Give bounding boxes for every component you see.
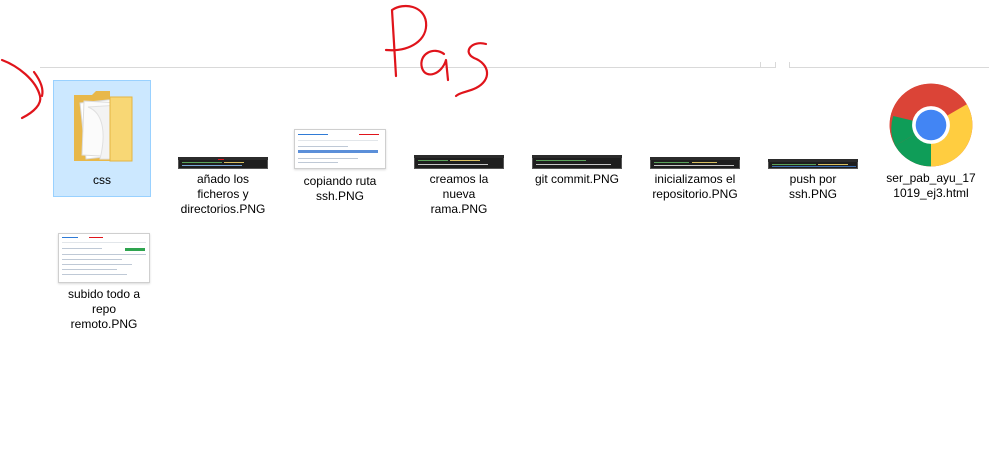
file-item-css-folder[interactable]: css bbox=[53, 80, 151, 197]
file-item-png[interactable]: inicializamos el repositorio.PNG bbox=[647, 81, 743, 202]
red-letter-p bbox=[384, 4, 428, 78]
file-name: ser_pab_ayu_171019_ej3.html bbox=[886, 171, 976, 200]
group-header-line-left-tick bbox=[760, 62, 761, 68]
image-thumbnail-terminal-icon bbox=[765, 81, 861, 170]
image-thumbnail-terminal-icon bbox=[175, 81, 271, 170]
file-item-png[interactable]: push por ssh.PNG bbox=[765, 81, 861, 202]
file-item-png[interactable]: copiando ruta ssh.PNG bbox=[292, 81, 388, 204]
red-letter-a bbox=[420, 49, 450, 82]
file-name: creamos la nueva rama.PNG bbox=[429, 172, 489, 216]
image-thumbnail-terminal-icon bbox=[411, 81, 507, 170]
file-name: añado los ficheros y directorios.PNG bbox=[180, 172, 266, 216]
file-item-html[interactable]: ser_pab_ayu_171019_ej3.html bbox=[883, 81, 979, 201]
image-thumbnail-browser-icon bbox=[292, 81, 388, 172]
group-header-line-left-end bbox=[775, 62, 776, 68]
folder-icon bbox=[54, 81, 150, 171]
group-header-line-right bbox=[789, 67, 989, 68]
group-header-line-left bbox=[40, 67, 775, 68]
file-name: copiando ruta ssh.PNG bbox=[303, 174, 377, 203]
file-item-png[interactable]: creamos la nueva rama.PNG bbox=[411, 81, 507, 217]
file-name: push por ssh.PNG bbox=[788, 172, 837, 201]
chrome-icon bbox=[883, 81, 979, 169]
file-name: inicializamos el repositorio.PNG bbox=[652, 172, 738, 201]
image-thumbnail-terminal-icon bbox=[529, 81, 625, 170]
file-name: git commit.PNG bbox=[534, 172, 619, 186]
file-name: subido todo a repo remoto.PNG bbox=[67, 287, 141, 331]
file-item-png[interactable]: subido todo a repo remoto.PNG bbox=[56, 195, 152, 332]
file-name: css bbox=[93, 173, 111, 187]
file-item-png[interactable]: git commit.PNG bbox=[529, 81, 625, 187]
image-thumbnail-browser-icon bbox=[56, 195, 152, 285]
group-header-line-right-start bbox=[789, 62, 790, 68]
file-item-png[interactable]: añado los ficheros y directorios.PNG bbox=[175, 81, 271, 217]
image-thumbnail-terminal-icon bbox=[647, 81, 743, 170]
red-arrow-head bbox=[32, 70, 44, 98]
red-arrow-stroke bbox=[0, 58, 42, 120]
